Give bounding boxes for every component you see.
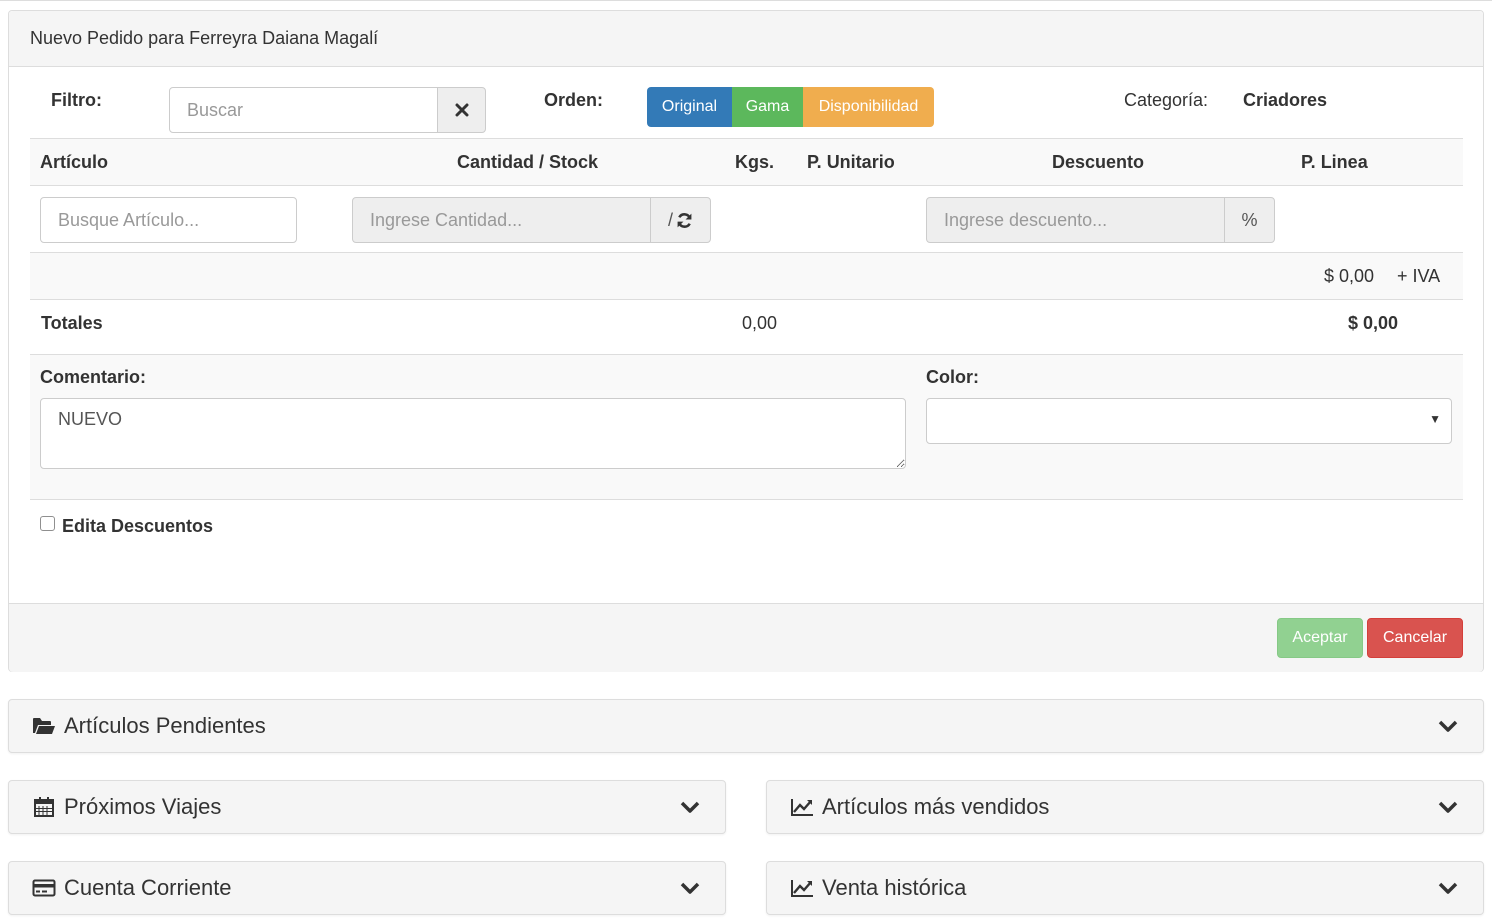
filter-label: Filtro: xyxy=(51,90,102,110)
section-historical-sales[interactable]: Venta histórica xyxy=(766,861,1484,915)
order-label: Orden: xyxy=(544,90,604,110)
stock-addon[interactable]: / xyxy=(650,197,711,243)
totals-amount: $ 0,00 xyxy=(1348,313,1399,333)
section-title: Venta histórica xyxy=(822,875,967,900)
caret-down-icon: ▼ xyxy=(1429,412,1441,426)
folder-open-icon xyxy=(33,718,55,734)
subtotal-row xyxy=(30,252,1463,300)
times-icon xyxy=(455,103,468,117)
edit-discounts-checkbox[interactable] xyxy=(40,516,55,531)
cancel-button[interactable]: Cancelar xyxy=(1367,618,1463,658)
line-chart-icon xyxy=(791,799,813,816)
article-search-input[interactable] xyxy=(40,197,297,243)
panel-heading: Nuevo Pedido para Ferreyra Daiana Magalí xyxy=(9,11,1483,67)
search-input[interactable] xyxy=(169,87,438,133)
credit-card-icon xyxy=(32,879,56,897)
panel-title: Nuevo Pedido para Ferreyra Daiana Magalí xyxy=(30,28,379,48)
new-order-panel: Nuevo Pedido para Ferreyra Daiana Magalí… xyxy=(8,10,1484,672)
order-original-button[interactable]: Original xyxy=(647,87,732,127)
header-discount: Descuento xyxy=(1052,152,1145,172)
top-divider xyxy=(0,0,1492,1)
subtotal-iva: + IVA xyxy=(1397,266,1441,286)
accept-button[interactable]: Aceptar xyxy=(1277,618,1363,658)
category-label: Categoría: xyxy=(1124,90,1209,110)
chevron-down-icon xyxy=(1438,882,1458,894)
section-pending-articles[interactable]: Artículos Pendientes xyxy=(8,699,1484,753)
chevron-down-icon xyxy=(1438,801,1458,813)
subtotal-amount: $ 0,00 xyxy=(1324,266,1375,286)
header-article: Artículo xyxy=(40,152,109,172)
totals-kgs: 0,00 xyxy=(742,313,778,333)
section-title: Artículos más vendidos xyxy=(822,794,1050,819)
section-title: Próximos Viajes xyxy=(64,794,222,819)
totals-label: Totales xyxy=(41,313,103,333)
header-line-price: P. Linea xyxy=(1301,152,1368,172)
panel-footer xyxy=(9,603,1483,672)
header-quantity-stock: Cantidad / Stock xyxy=(457,152,599,172)
section-title: Artículos Pendientes xyxy=(64,713,266,738)
color-label: Color: xyxy=(926,367,979,387)
line-chart-icon xyxy=(791,880,813,897)
section-top-selling[interactable]: Artículos más vendidos xyxy=(766,780,1484,834)
edit-discounts-label: Edita Descuentos xyxy=(62,516,214,536)
section-title: Cuenta Corriente xyxy=(64,875,232,900)
color-select[interactable]: ▼ xyxy=(926,398,1452,444)
refresh-icon xyxy=(677,212,692,228)
header-kgs: Kgs. xyxy=(735,152,775,172)
order-gama-button[interactable]: Gama xyxy=(732,87,803,127)
chevron-down-icon xyxy=(1438,720,1458,732)
calendar-icon xyxy=(34,797,54,817)
quantity-input[interactable] xyxy=(352,197,651,243)
comment-label: Comentario: xyxy=(40,367,147,387)
category-value: Criadores xyxy=(1243,90,1328,110)
order-availability-button[interactable]: Disponibilidad xyxy=(803,87,934,127)
stock-separator: / xyxy=(667,209,673,230)
chevron-down-icon xyxy=(680,882,700,894)
header-unit-price: P. Unitario xyxy=(807,152,895,172)
percent-addon: % xyxy=(1224,197,1275,243)
discount-input[interactable] xyxy=(926,197,1225,243)
chevron-down-icon xyxy=(680,801,700,813)
clear-search-button[interactable] xyxy=(437,87,486,133)
comment-textarea[interactable]: NUEVO xyxy=(40,398,906,469)
section-next-trips[interactable]: Próximos Viajes xyxy=(8,780,726,834)
section-current-account[interactable]: Cuenta Corriente xyxy=(8,861,726,915)
